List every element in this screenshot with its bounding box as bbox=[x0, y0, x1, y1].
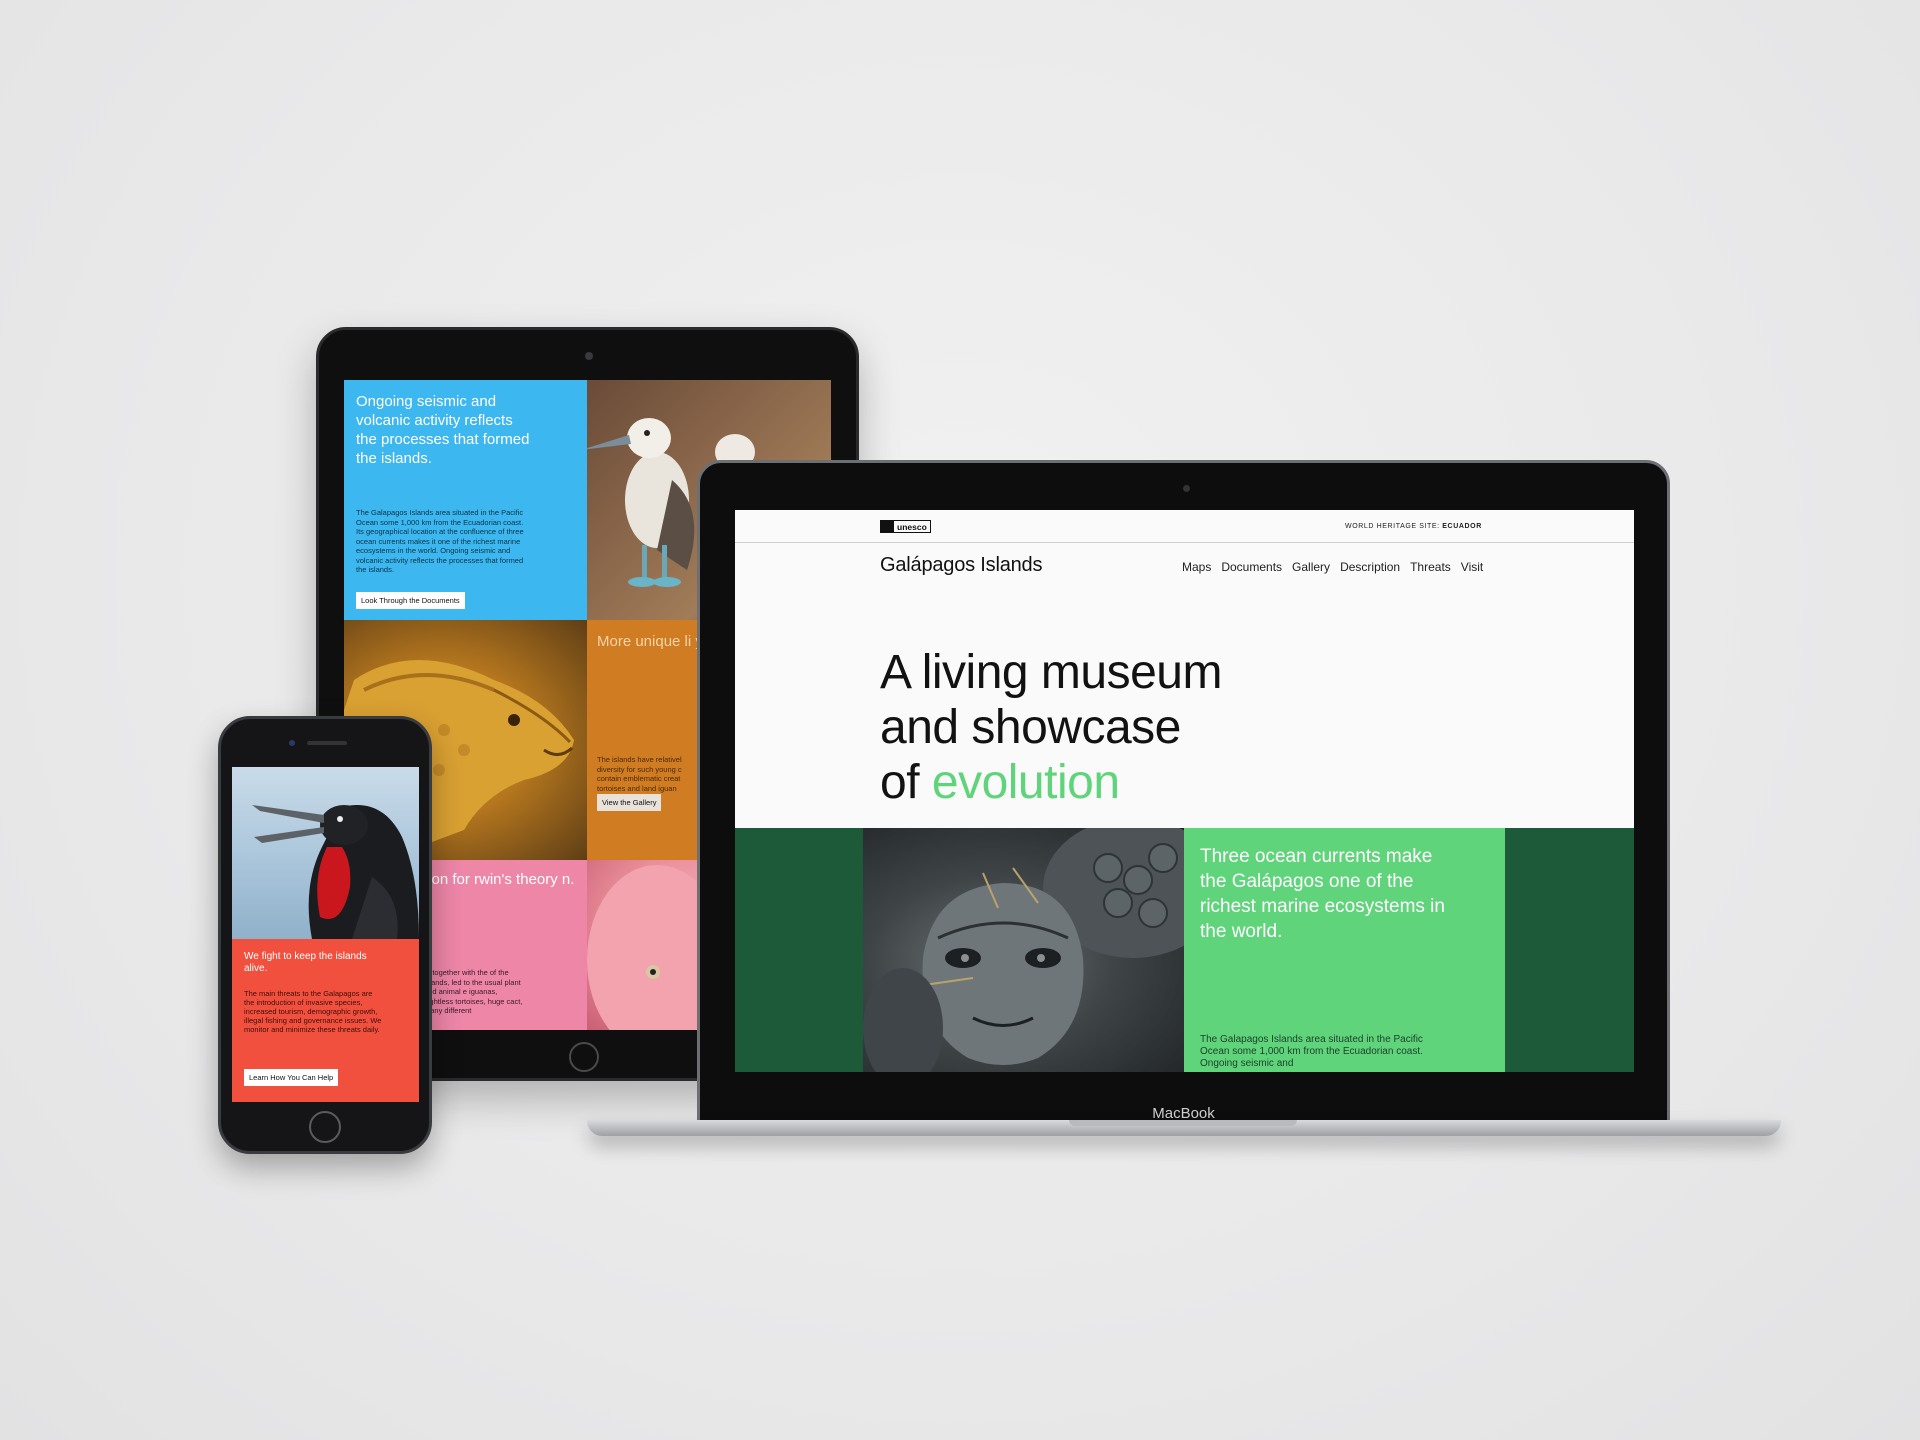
pink-card-body: n, together with the of the islands, led… bbox=[424, 968, 523, 1015]
main-nav: Maps Documents Gallery Description Threa… bbox=[1182, 560, 1493, 574]
view-gallery-button[interactable]: View the Gallery bbox=[597, 794, 662, 811]
site-top-bar: unesco WORLD HERITAGE SITE: ECUADOR bbox=[735, 510, 1634, 543]
phone-device: We fight to keep the islands alive. The … bbox=[218, 716, 432, 1154]
phone-screen: We fight to keep the islands alive. The … bbox=[232, 767, 419, 1102]
phone-camera bbox=[289, 740, 295, 746]
tablet-home-button bbox=[569, 1042, 599, 1072]
hero-line-1: A living museum bbox=[880, 646, 1222, 699]
hero-heading: A living museum and showcase of evolutio… bbox=[880, 645, 1222, 810]
orange-card-body: The islands have relativel diversity for… bbox=[597, 755, 682, 793]
laptop-base bbox=[587, 1120, 1781, 1136]
nav-maps[interactable]: Maps bbox=[1182, 560, 1211, 574]
phone-speaker bbox=[307, 741, 347, 745]
world-heritage-label: WORLD HERITAGE SITE: ECUADOR bbox=[1345, 523, 1482, 530]
frigatebird-illustration bbox=[252, 805, 419, 939]
site-title[interactable]: Galápagos Islands bbox=[880, 554, 1042, 577]
nav-gallery[interactable]: Gallery bbox=[1292, 560, 1330, 574]
nav-description[interactable]: Description bbox=[1340, 560, 1400, 574]
ocean-currents-card: Three ocean currents make the Galápagos … bbox=[1184, 828, 1505, 1072]
tortoise-illustration bbox=[863, 828, 1184, 1072]
blue-info-card: Ongoing seismic and volcanic activity re… bbox=[344, 380, 587, 620]
threats-card: We fight to keep the islands alive. The … bbox=[232, 939, 419, 1102]
giant-tortoise-photo bbox=[863, 828, 1184, 1072]
laptop-screen: unesco WORLD HERITAGE SITE: ECUADOR Galá… bbox=[735, 510, 1634, 1072]
hero-accent-word: evolution bbox=[931, 756, 1120, 809]
threats-body: The main threats to the Galapagos are th… bbox=[244, 989, 382, 1034]
pink-card-heading: tion for rwin's theory n. bbox=[424, 871, 575, 888]
frigatebird-photo bbox=[232, 767, 419, 939]
nav-visit[interactable]: Visit bbox=[1461, 560, 1483, 574]
card-body: The Galapagos Islands area situated in t… bbox=[1200, 1034, 1423, 1069]
hero-line-2: and showcase bbox=[880, 701, 1181, 754]
nav-threats[interactable]: Threats bbox=[1410, 560, 1451, 574]
blue-card-body: The Galapagos Islands area situated in t… bbox=[356, 508, 524, 574]
blue-card-heading: Ongoing seismic and volcanic activity re… bbox=[356, 393, 530, 467]
learn-help-button[interactable]: Learn How You Can Help bbox=[244, 1069, 339, 1086]
card-heading: Three ocean currents make the Galápagos … bbox=[1200, 846, 1445, 942]
phone-home-button bbox=[309, 1111, 341, 1143]
tablet-camera bbox=[585, 352, 593, 360]
threats-heading: We fight to keep the islands alive. bbox=[244, 951, 367, 974]
nav-documents[interactable]: Documents bbox=[1221, 560, 1282, 574]
laptop-trackpad-notch bbox=[1069, 1120, 1297, 1126]
look-documents-button[interactable]: Look Through the Documents bbox=[356, 592, 465, 609]
laptop-camera bbox=[1183, 485, 1190, 492]
unesco-logo[interactable]: unesco bbox=[880, 520, 931, 533]
unesco-temple-icon bbox=[881, 521, 894, 532]
hero-line-3: of evolution bbox=[880, 756, 1120, 809]
heritage-country: ECUADOR bbox=[1442, 523, 1482, 530]
